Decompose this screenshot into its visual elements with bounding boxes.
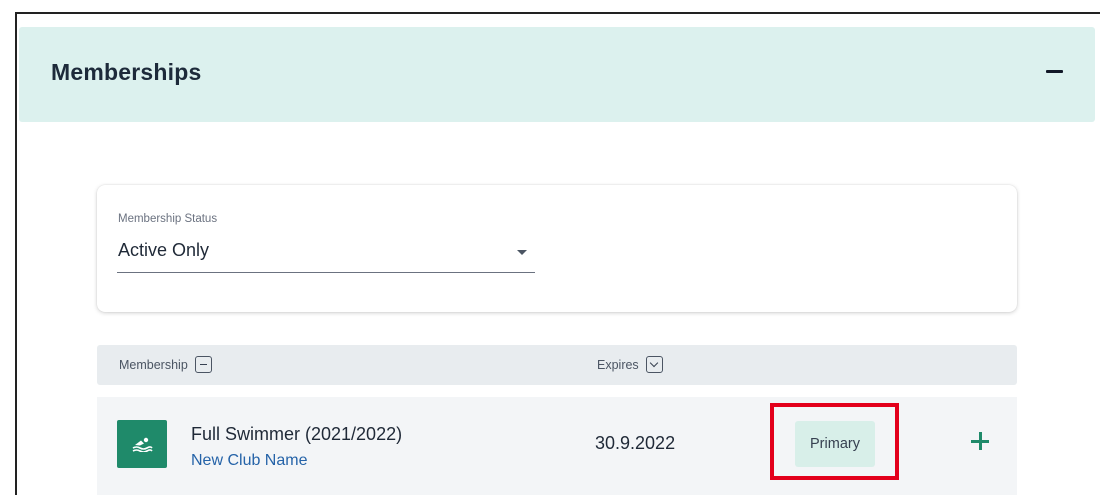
expires-date: 30.9.2022 — [595, 433, 676, 453]
membership-status-label: Membership Status — [118, 213, 218, 225]
collapse-icon[interactable] — [194, 356, 212, 373]
filter-card: Membership Status Active Only — [97, 185, 1017, 312]
collapse-panel-button[interactable] — [1045, 61, 1065, 81]
select-underline — [117, 272, 535, 273]
highlight-annotation — [770, 403, 899, 480]
minus-icon — [1046, 70, 1063, 73]
column-header-label: Expires — [597, 357, 639, 372]
club-name-link[interactable]: New Club Name — [191, 452, 307, 470]
membership-status-value: Active Only — [118, 240, 210, 260]
table-row: Full Swimmer (2021/2022) New Club Name 3… — [97, 397, 1017, 495]
dropdown-arrow-icon[interactable] — [517, 250, 527, 255]
chevron-down-icon[interactable] — [645, 356, 663, 373]
column-header-expires: Expires — [597, 356, 663, 373]
swimmer-icon — [117, 420, 167, 468]
panel-title: Memberships — [51, 59, 202, 85]
membership-status-select[interactable]: Membership Status Active Only — [117, 213, 535, 273]
table-header: Membership Expires — [97, 345, 1017, 385]
membership-name: Full Swimmer (2021/2022) — [191, 424, 403, 444]
column-header-membership: Membership — [119, 356, 212, 373]
add-button[interactable] — [970, 431, 990, 451]
memberships-panel-header[interactable]: Memberships — [19, 27, 1095, 122]
column-header-label: Membership — [119, 357, 188, 372]
